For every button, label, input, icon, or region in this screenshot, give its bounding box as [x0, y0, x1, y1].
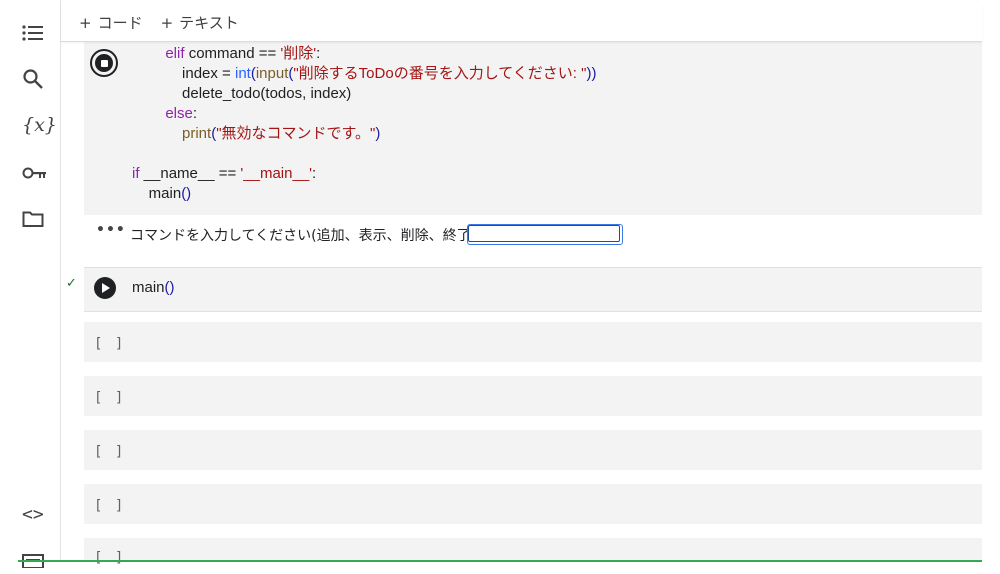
search-icon[interactable] — [22, 64, 58, 94]
empty-code-cell[interactable] — [84, 430, 982, 470]
stdin-input[interactable] — [468, 225, 620, 242]
empty-cell-run-marker[interactable]: [ ] — [94, 550, 125, 566]
code-line: main() — [132, 184, 596, 204]
secrets-key-icon[interactable] — [22, 158, 58, 188]
plus-icon: + — [160, 14, 174, 32]
code-token: : — [316, 45, 321, 62]
code-token: main — [132, 279, 165, 296]
code-token: delete_todo(todos, index) — [182, 85, 352, 102]
code-token: '削除' — [280, 45, 317, 62]
execution-success-check-icon: ✓ — [66, 276, 77, 291]
code-token: if — [132, 165, 140, 182]
stop-execution-button[interactable] — [90, 49, 118, 77]
empty-cell-run-marker[interactable]: [ ] — [94, 390, 125, 406]
stop-icon — [95, 54, 113, 72]
play-icon — [102, 283, 110, 293]
code-token: else — [165, 105, 193, 122]
terminal-icon[interactable] — [22, 544, 58, 574]
code-line: delete_todo(todos, index) — [132, 84, 596, 104]
code-token: )) — [586, 65, 597, 82]
notebook-toolbar: + コード + テキスト — [61, 4, 982, 42]
variables-icon[interactable]: {x} — [22, 110, 58, 140]
empty-code-cell[interactable] — [84, 322, 982, 362]
code-token: int — [234, 65, 251, 82]
code-token: '__main__' — [240, 165, 313, 182]
code-token: input — [255, 65, 289, 82]
empty-cell-run-marker[interactable]: [ ] — [94, 444, 125, 460]
code-line: print("無効なコマンドです。") — [132, 124, 596, 144]
code-editor[interactable]: elif command == '削除': index = int(input(… — [132, 44, 596, 204]
code-line: index = int(input("削除するToDoの番号を入力してください:… — [132, 64, 596, 84]
code-cell-main[interactable] — [84, 267, 982, 312]
add-text-label: テキスト — [179, 14, 239, 32]
empty-cell-run-marker[interactable]: [ ] — [94, 336, 125, 352]
code-line: else: — [132, 104, 596, 124]
run-cell-button[interactable] — [94, 277, 116, 299]
code-token: () — [181, 185, 192, 202]
code-token: ) — [375, 125, 381, 142]
code-token: main — [148, 185, 182, 202]
empty-code-cell[interactable] — [84, 376, 982, 416]
files-folder-icon[interactable] — [22, 204, 58, 234]
code-token: __name__ == — [139, 165, 241, 182]
code-line: elif command == '削除': — [132, 44, 596, 64]
main-cell-code[interactable]: main() — [132, 279, 175, 296]
code-token: : — [192, 105, 198, 122]
output-menu-dots[interactable]: ••• — [96, 222, 126, 238]
plus-icon: + — [79, 14, 92, 32]
output-prompt-text: コマンドを入力してください(追加、表示、削除、終了): — [130, 228, 481, 244]
code-token: : — [312, 165, 317, 182]
code-token: print — [182, 125, 212, 142]
add-text-button[interactable]: + テキスト — [161, 12, 239, 33]
left-sidebar: {x} <> — [0, 0, 61, 568]
code-token: "削除するToDoの番号を入力してください: " — [293, 65, 587, 82]
table-of-contents-icon[interactable] — [22, 18, 58, 48]
code-snippets-icon[interactable]: <> — [22, 499, 58, 529]
code-token: () — [164, 279, 175, 296]
code-token: command == — [184, 45, 281, 62]
code-token: "無効なコマンドです。" — [216, 125, 376, 142]
code-line: if __name__ == '__main__': — [132, 164, 596, 184]
empty-cell-run-marker[interactable]: [ ] — [94, 498, 125, 514]
add-code-button[interactable]: + コード — [79, 12, 143, 33]
code-token: index = — [182, 65, 235, 82]
empty-code-cell[interactable] — [84, 484, 982, 524]
add-code-label: コード — [97, 14, 143, 32]
empty-code-cell[interactable] — [84, 538, 982, 560]
code-token: elif — [165, 45, 185, 62]
